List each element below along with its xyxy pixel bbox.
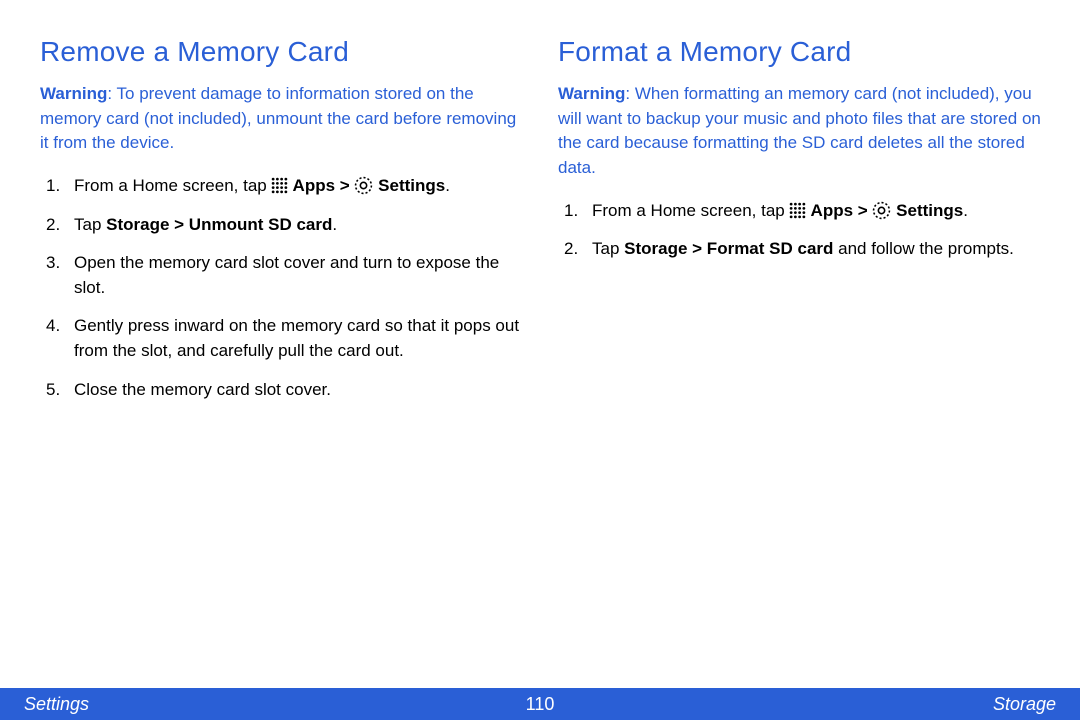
warning-text: : To prevent damage to information store… xyxy=(40,84,516,152)
settings-label: Settings xyxy=(373,176,445,195)
right-column: Format a Memory Card Warning: When forma… xyxy=(558,36,1044,688)
step-text: Tap xyxy=(592,239,624,258)
section-heading-remove: Remove a Memory Card xyxy=(40,36,526,68)
apps-label: Apps > xyxy=(288,176,354,195)
step-bold: Storage > Unmount SD card xyxy=(106,215,332,234)
step-2: Tap Storage > Format SD card and follow … xyxy=(558,237,1044,262)
steps-format: From a Home screen, tap Apps > Settings.… xyxy=(558,199,1044,262)
apps-label: Apps > xyxy=(806,201,872,220)
warning-remove: Warning: To prevent damage to informatio… xyxy=(40,82,526,156)
footer-right: Storage xyxy=(993,694,1056,715)
step-bold: Storage > Format SD card xyxy=(624,239,833,258)
manual-page: Remove a Memory Card Warning: To prevent… xyxy=(0,0,1080,720)
step-text: From a Home screen, tap xyxy=(74,176,271,195)
section-heading-format: Format a Memory Card xyxy=(558,36,1044,68)
step-1: From a Home screen, tap Apps > Settings. xyxy=(40,174,526,199)
footer-left: Settings xyxy=(24,694,89,715)
apps-grid-icon xyxy=(271,177,288,194)
left-column: Remove a Memory Card Warning: To prevent… xyxy=(40,36,526,688)
step-1: From a Home screen, tap Apps > Settings. xyxy=(558,199,1044,224)
footer-page-number: 110 xyxy=(526,694,555,715)
step-end: . xyxy=(963,201,968,220)
page-footer: Settings 110 Storage xyxy=(0,688,1080,720)
step-5: Close the memory card slot cover. xyxy=(40,378,526,403)
warning-label: Warning xyxy=(40,84,107,103)
step-4: Gently press inward on the memory card s… xyxy=(40,314,526,363)
settings-label: Settings xyxy=(891,201,963,220)
step-end: . xyxy=(332,215,337,234)
warning-format: Warning: When formatting an memory card … xyxy=(558,82,1044,181)
step-2: Tap Storage > Unmount SD card. xyxy=(40,213,526,238)
settings-gear-icon xyxy=(354,176,373,195)
apps-grid-icon xyxy=(789,202,806,219)
step-text: Tap xyxy=(74,215,106,234)
step-post: and follow the prompts. xyxy=(833,239,1013,258)
step-3: Open the memory card slot cover and turn… xyxy=(40,251,526,300)
steps-remove: From a Home screen, tap Apps > Settings.… xyxy=(40,174,526,402)
step-end: . xyxy=(445,176,450,195)
step-text: From a Home screen, tap xyxy=(592,201,789,220)
content-area: Remove a Memory Card Warning: To prevent… xyxy=(0,0,1080,688)
settings-gear-icon xyxy=(872,201,891,220)
warning-label: Warning xyxy=(558,84,625,103)
warning-text: : When formatting an memory card (not in… xyxy=(558,84,1041,177)
